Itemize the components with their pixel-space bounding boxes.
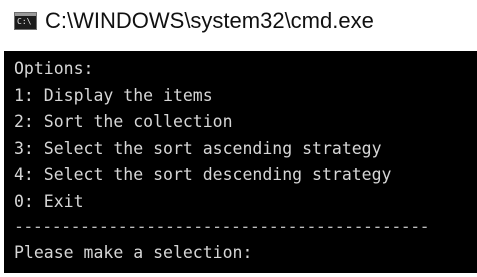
option-exit: 0: Exit: [14, 191, 84, 211]
title-bar[interactable]: C:\ C:\WINDOWS\system32\cmd.exe: [0, 0, 477, 50]
option-sort-collection: 2: Sort the collection: [14, 112, 233, 131]
options-header: Options:: [14, 59, 94, 78]
window-title: C:\WINDOWS\system32\cmd.exe: [45, 8, 374, 33]
console-output-area[interactable]: Options: 1: Display the items 2: Sort th…: [4, 51, 477, 273]
selection-prompt: Please make a selection:: [14, 243, 253, 262]
console-lines: Options: 1: Display the items 2: Sort th…: [14, 56, 430, 267]
separator-line: ----------------------------------------…: [14, 217, 430, 236]
option-display-items: 1: Display the items: [14, 85, 213, 105]
option-sort-ascending: 3: Select the sort ascending strategy: [14, 138, 382, 158]
cmd-console-icon[interactable]: C:\: [14, 12, 37, 30]
option-sort-descending: 4: Select the sort descending strategy: [14, 165, 392, 184]
cmd-window: C:\ C:\WINDOWS\system32\cmd.exe Options:…: [0, 0, 477, 277]
icon-prompt-glyph: C:\: [17, 17, 32, 26]
